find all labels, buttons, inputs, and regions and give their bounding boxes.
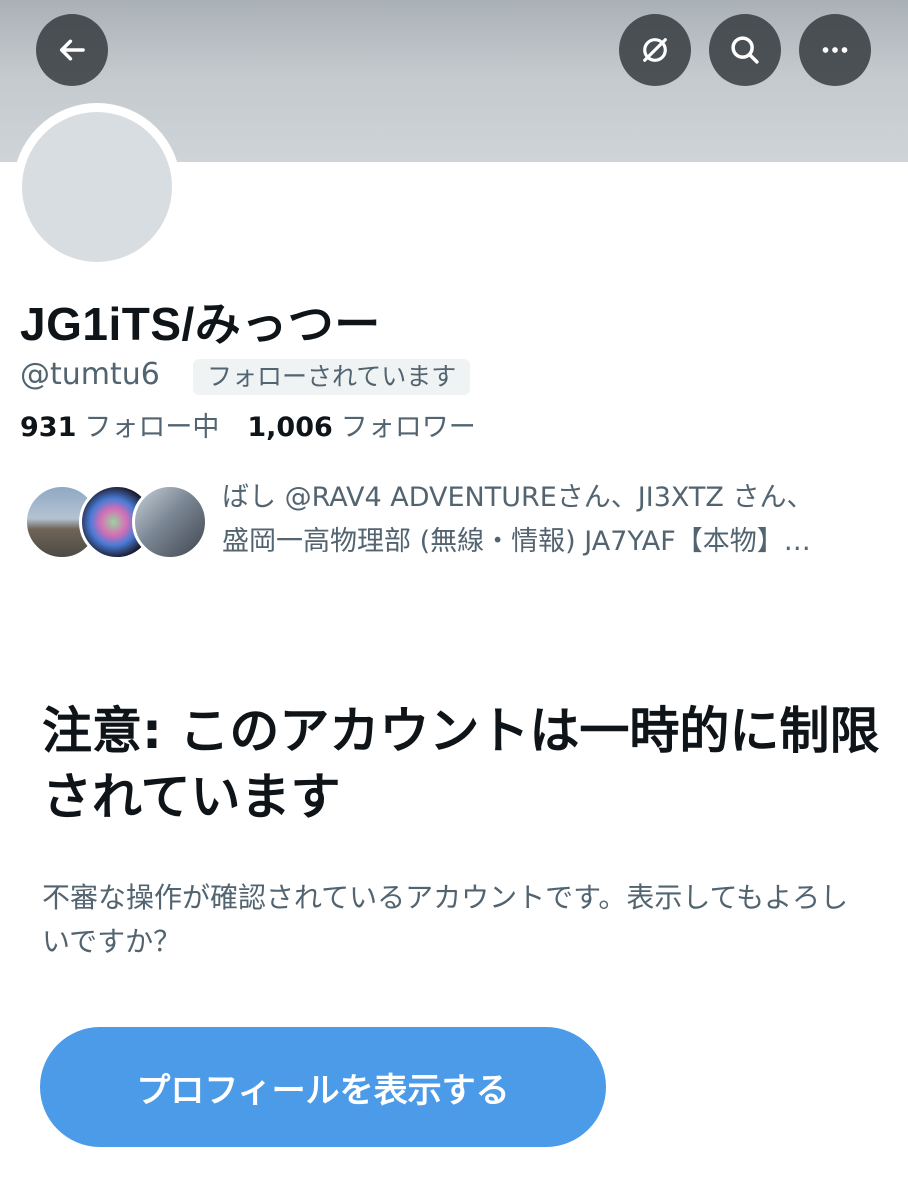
view-profile-button[interactable]: プロフィールを表示する (40, 1027, 606, 1147)
profile-screen: JG1iTS/みっつー @tumtu6 フォローされています 931 フォロー中 … (0, 0, 908, 1199)
notification-off-icon (643, 38, 667, 62)
follows-you-badge: フォローされています (193, 359, 471, 395)
follower-avatar (132, 484, 208, 560)
avatar[interactable] (22, 112, 172, 262)
followers-you-know-text[interactable]: ばし @RAV4 ADVENTUREさん、JI3XTZ さん、 盛岡一高物理部 … (222, 476, 882, 564)
following-stat[interactable]: 931 フォロー中 (20, 405, 219, 444)
followers-you-know-line: 盛岡一高物理部 (無線・情報) JA7YAF【本物】… (222, 526, 811, 557)
search-icon (731, 36, 759, 64)
more-options-button[interactable] (799, 14, 871, 86)
arrow-left-icon (59, 39, 85, 61)
more-horizontal-icon (822, 47, 848, 53)
followers-stat[interactable]: 1,006 フォロワー (247, 405, 475, 444)
followers-label: フォロワー (340, 412, 476, 443)
search-button[interactable] (709, 14, 781, 86)
following-label: フォロー中 (84, 412, 220, 443)
following-count: 931 (20, 412, 77, 443)
back-button[interactable] (36, 14, 108, 86)
avatar-frame (13, 103, 181, 271)
restricted-warning-body: 不審な操作が確認されているアカウントです。表示してもよろしいですか？ (42, 881, 849, 958)
mute-notifications-button[interactable] (619, 14, 691, 86)
username-handle: @tumtu6 (20, 357, 160, 392)
restricted-warning-title: 注意: このアカウントは一時的に制限されています (42, 702, 880, 826)
follow-stats: 931 フォロー中 1,006 フォロワー (20, 405, 476, 444)
display-name: JG1iTS/みっつー (20, 298, 381, 350)
followers-count: 1,006 (247, 412, 333, 443)
followers-you-know-avatars[interactable] (24, 484, 208, 562)
followers-you-know-line: ばし @RAV4 ADVENTUREさん、JI3XTZ さん、 (222, 482, 814, 513)
